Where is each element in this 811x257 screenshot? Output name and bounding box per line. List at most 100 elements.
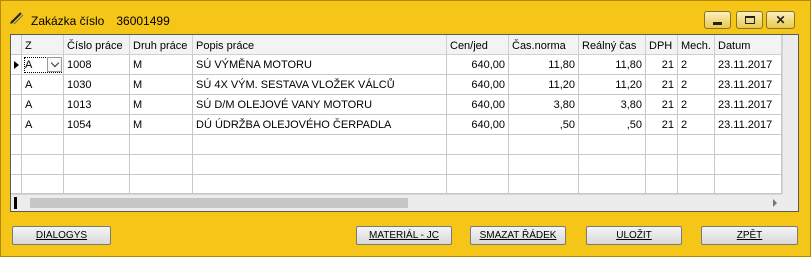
empty-cell[interactable] (646, 135, 678, 155)
empty-cell[interactable] (130, 175, 193, 194)
empty-cell[interactable] (715, 155, 782, 175)
delete-row-button[interactable]: SMAZAT ŘÁDEK (470, 226, 566, 245)
empty-cell[interactable] (64, 135, 130, 155)
column-header-work-number[interactable]: Číslo práce (64, 35, 130, 55)
cell-mechanic[interactable]: 2 (678, 75, 715, 95)
minimize-button[interactable] (704, 11, 731, 29)
work-items-grid[interactable]: Z Číslo práce Druh práce Popis práce Cen… (10, 34, 799, 212)
empty-row[interactable] (11, 135, 782, 155)
empty-cell[interactable] (509, 155, 579, 175)
empty-cell[interactable] (579, 135, 646, 155)
cell-date[interactable]: 23.11.2017 (715, 55, 782, 75)
column-header-real-time[interactable]: Reálný čas (579, 35, 646, 55)
empty-cell[interactable] (646, 175, 678, 194)
cell-work-type[interactable]: M (130, 55, 193, 75)
column-header-vat[interactable]: DPH (646, 35, 678, 55)
title-bar[interactable]: Zakázka číslo 36001499 ✕ (1, 1, 810, 33)
cell-work-number[interactable]: 1054 (64, 115, 130, 135)
cell-vat[interactable]: 21 (646, 115, 678, 135)
cell-norm-time[interactable]: 3,80 (509, 95, 579, 115)
cell-work-number[interactable]: 1013 (64, 95, 130, 115)
empty-cell[interactable] (64, 175, 130, 194)
empty-cell[interactable] (447, 155, 509, 175)
empty-cell[interactable] (64, 155, 130, 175)
empty-cell[interactable] (678, 155, 715, 175)
cell-real-time[interactable]: ,50 (579, 115, 646, 135)
cell-unit-price[interactable]: 640,00 (447, 115, 509, 135)
cell-mechanic[interactable]: 2 (678, 55, 715, 75)
column-header-description[interactable]: Popis práce (193, 35, 447, 55)
column-header-work-type[interactable]: Druh práce (130, 35, 193, 55)
horizontal-scrollbar[interactable] (11, 194, 782, 211)
cell-real-time[interactable]: 11,20 (579, 75, 646, 95)
column-header-norm-time[interactable]: Čas.norma (509, 35, 579, 55)
cell-work-type[interactable]: M (130, 75, 193, 95)
empty-cell[interactable] (678, 175, 715, 194)
cell-work-number[interactable]: 1030 (64, 75, 130, 95)
cell-z[interactable]: A (22, 75, 64, 95)
cell-description[interactable]: SÚ VÝMĚNA MOTORU (193, 55, 447, 75)
horizontal-scroll-thumb[interactable] (30, 198, 408, 208)
column-header-unit-price[interactable]: Cen/jed (447, 35, 509, 55)
cell-date[interactable]: 23.11.2017 (715, 75, 782, 95)
empty-cell[interactable] (447, 135, 509, 155)
cell-z[interactable]: A (22, 115, 64, 135)
empty-cell[interactable] (22, 175, 64, 194)
cell-unit-price[interactable]: 640,00 (447, 95, 509, 115)
cell-unit-price[interactable]: 640,00 (447, 75, 509, 95)
empty-cell[interactable] (130, 155, 193, 175)
material-button[interactable]: MATERIÁL - JC (356, 226, 452, 245)
maximize-button[interactable] (736, 11, 763, 29)
table-row[interactable]: A 1008 M SÚ VÝMĚNA MOTORU 640,00 11,80 1… (11, 55, 782, 75)
cell-work-type[interactable]: M (130, 115, 193, 135)
empty-cell[interactable] (678, 135, 715, 155)
empty-row[interactable] (11, 155, 782, 175)
cell-work-number[interactable]: 1008 (64, 55, 130, 75)
empty-cell[interactable] (22, 155, 64, 175)
column-header-mechanic[interactable]: Mech. (678, 35, 715, 55)
column-header-z[interactable]: Z (22, 35, 64, 55)
dialogs-button[interactable]: DIALOGYS (12, 226, 111, 245)
empty-cell[interactable] (509, 135, 579, 155)
column-header-date[interactable]: Datum (715, 35, 782, 55)
empty-cell[interactable] (715, 135, 782, 155)
empty-cell[interactable] (22, 135, 64, 155)
cell-vat[interactable]: 21 (646, 75, 678, 95)
empty-row[interactable] (11, 175, 782, 194)
cell-unit-price[interactable]: 640,00 (447, 55, 509, 75)
vertical-scrollbar[interactable] (782, 35, 798, 211)
table-row[interactable]: A 1030 M SÚ 4X VÝM. SESTAVA VLOŽEK VÁLCŮ… (11, 75, 782, 95)
cell-norm-time[interactable]: ,50 (509, 115, 579, 135)
cell-real-time[interactable]: 11,80 (579, 55, 646, 75)
empty-cell[interactable] (447, 175, 509, 194)
cell-date[interactable]: 23.11.2017 (715, 95, 782, 115)
table-row[interactable]: A 1054 M DÚ ÚDRŽBA OLEJOVÉHO ČERPADLA 64… (11, 115, 782, 135)
cell-z[interactable]: A (22, 95, 64, 115)
empty-cell[interactable] (579, 175, 646, 194)
cell-norm-time[interactable]: 11,80 (509, 55, 579, 75)
empty-cell[interactable] (646, 155, 678, 175)
cell-mechanic[interactable]: 2 (678, 95, 715, 115)
empty-cell[interactable] (509, 175, 579, 194)
empty-cell[interactable] (715, 175, 782, 194)
cell-description[interactable]: SÚ D/M OLEJOVÉ VANY MOTORU (193, 95, 447, 115)
cell-vat[interactable]: 21 (646, 95, 678, 115)
empty-cell[interactable] (130, 135, 193, 155)
cell-work-type[interactable]: M (130, 95, 193, 115)
empty-cell[interactable] (193, 135, 447, 155)
empty-cell[interactable] (193, 155, 447, 175)
empty-cell[interactable] (193, 175, 447, 194)
table-row[interactable]: A 1013 M SÚ D/M OLEJOVÉ VANY MOTORU 640,… (11, 95, 782, 115)
close-button[interactable]: ✕ (766, 11, 795, 29)
chevron-down-icon[interactable] (47, 57, 62, 72)
cell-z-combo[interactable]: A (22, 55, 64, 75)
cell-mechanic[interactable]: 2 (678, 115, 715, 135)
cell-vat[interactable]: 21 (646, 55, 678, 75)
back-button[interactable]: ZPĚT (701, 226, 798, 245)
scroll-right-arrow-icon[interactable] (773, 199, 777, 207)
cell-description[interactable]: SÚ 4X VÝM. SESTAVA VLOŽEK VÁLCŮ (193, 75, 447, 95)
empty-cell[interactable] (579, 155, 646, 175)
cell-real-time[interactable]: 3,80 (579, 95, 646, 115)
save-button[interactable]: ULOŽIT (586, 226, 682, 245)
cell-description[interactable]: DÚ ÚDRŽBA OLEJOVÉHO ČERPADLA (193, 115, 447, 135)
